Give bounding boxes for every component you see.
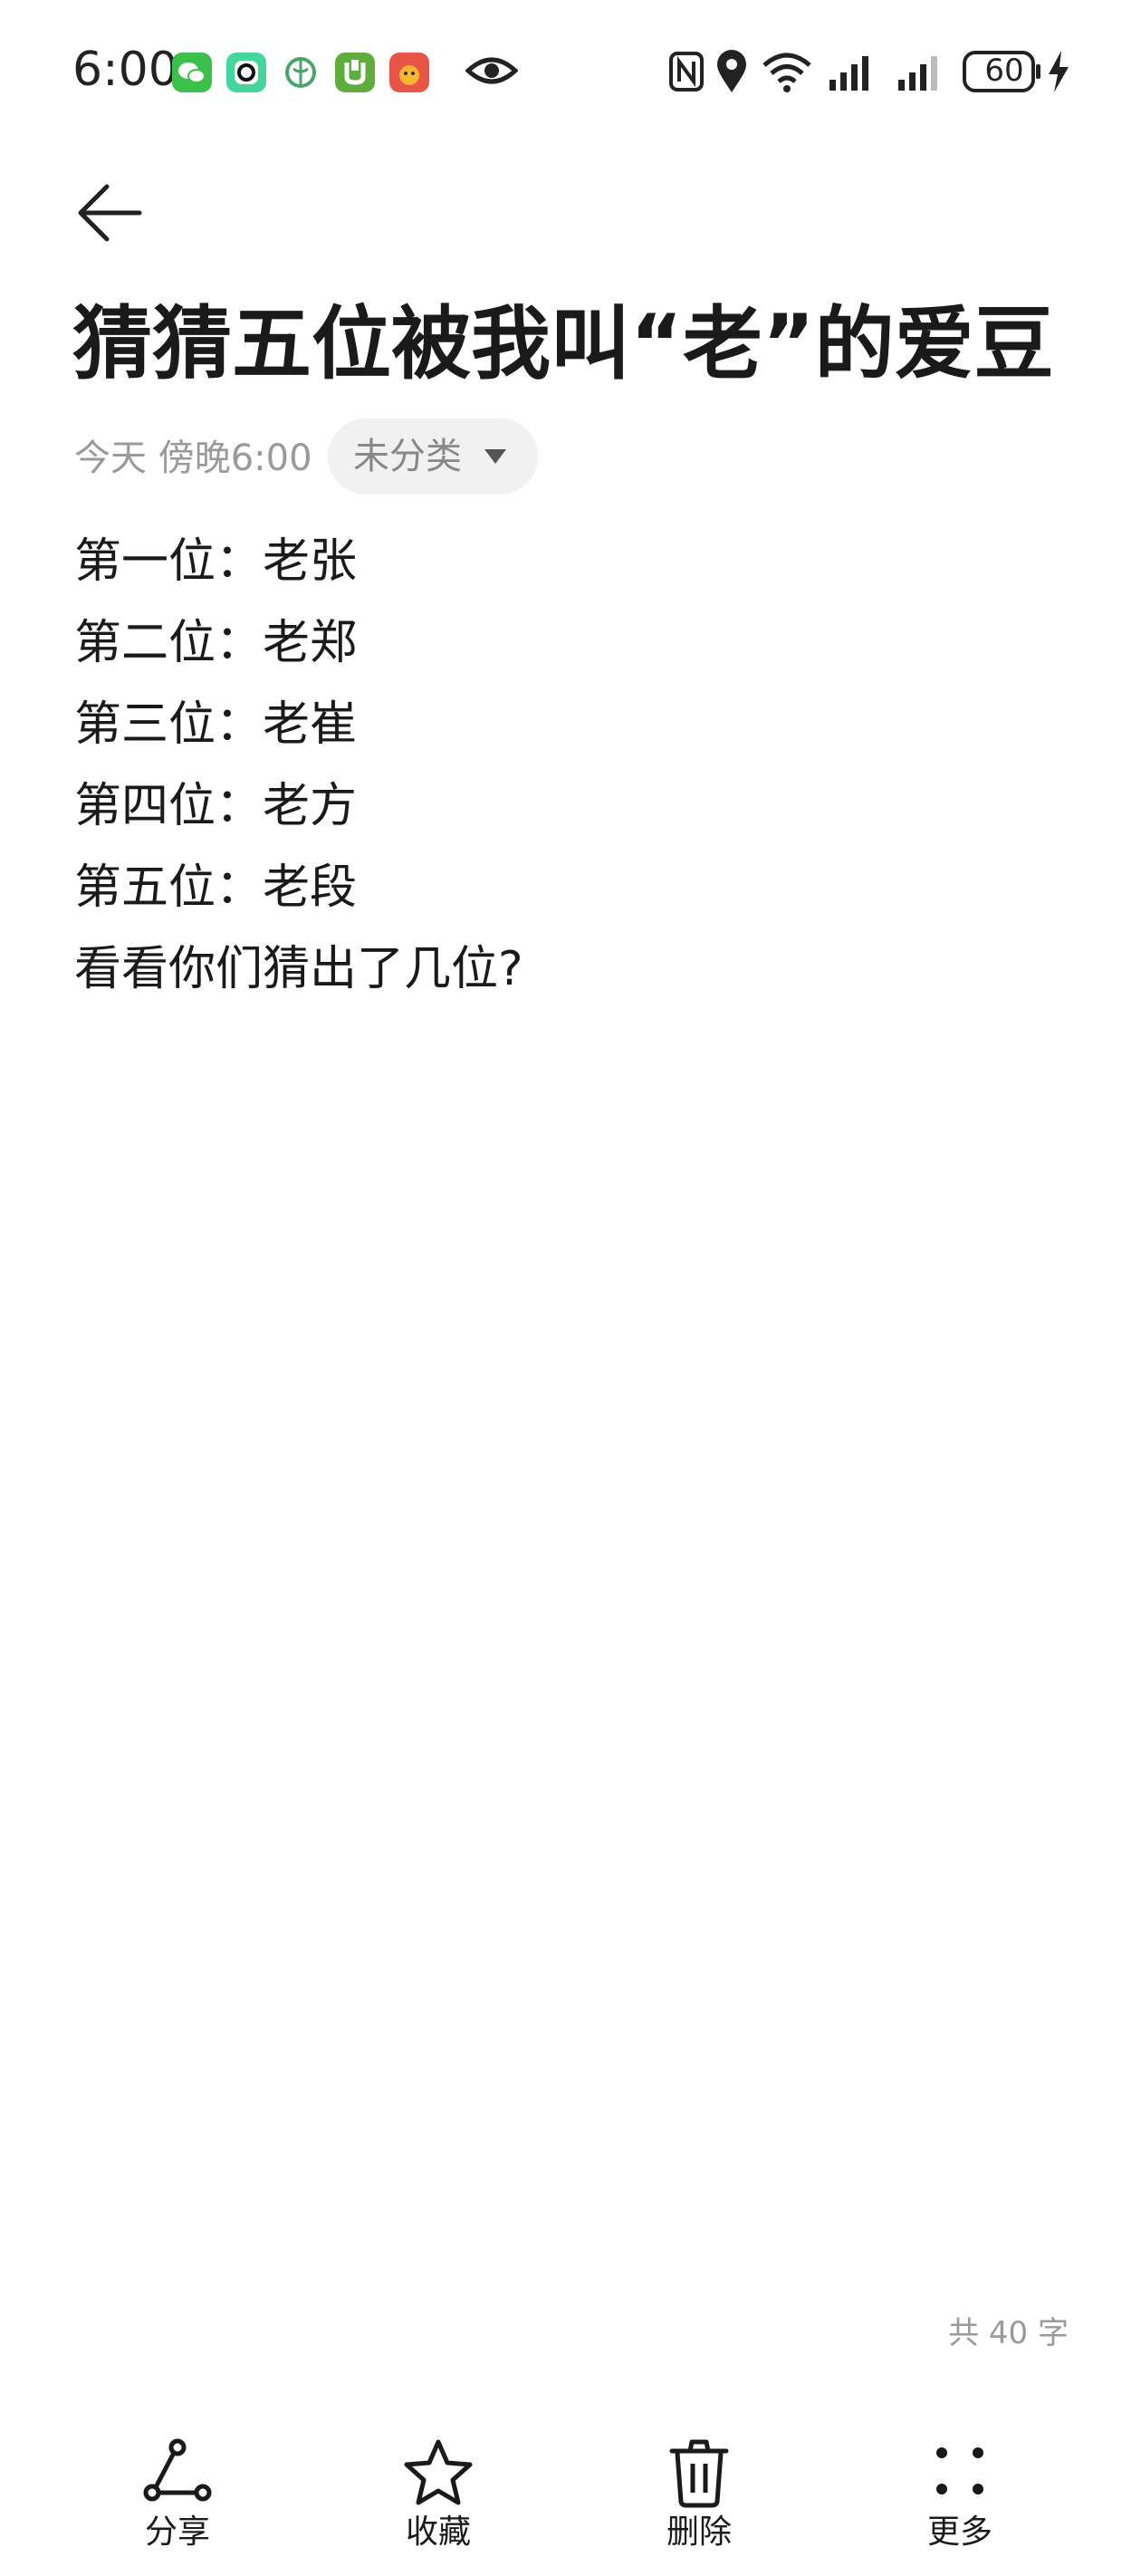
more-label: 更多: [926, 2514, 992, 2551]
note-content[interactable]: 第一位：老张 第二位：老郑 第三位：老崔 第四位：老方 第五位：老段 看看你们猜…: [74, 521, 1070, 1010]
charging-icon: [1049, 51, 1069, 92]
note-title[interactable]: 猜猜五位被我叫“老”的爱豆: [72, 290, 1087, 399]
nfc-icon: [669, 52, 704, 91]
category-label: 未分类: [353, 436, 462, 477]
word-count: 共 40 字: [948, 2315, 1069, 2351]
favorite-button[interactable]: 收藏: [348, 2409, 529, 2563]
status-bar: 6:00 60: [0, 0, 1141, 136]
signal-icon-2: [898, 56, 937, 91]
back-button[interactable]: [71, 172, 152, 254]
content-line: 第四位：老方: [74, 779, 358, 833]
u-app-icon: [335, 53, 375, 92]
delete-button[interactable]: 删除: [609, 2409, 790, 2563]
content-line: 第一位：老张: [74, 534, 358, 589]
status-time: 6:00: [72, 43, 178, 97]
caret-down-icon: [484, 449, 506, 464]
delete-label: 删除: [666, 2514, 732, 2551]
eye-icon: [465, 57, 518, 84]
bottom-toolbar: 分享 收藏 删除 更多: [0, 2409, 1141, 2576]
wechat-icon: [172, 53, 212, 92]
location-icon: [717, 50, 746, 92]
back-arrow-icon: [78, 184, 142, 242]
note-date: 今天 傍晚6:00: [74, 437, 312, 479]
trash-icon: [669, 2439, 729, 2508]
content-line: 看看你们猜出了几位?: [74, 942, 523, 996]
shopping-app-icon: [389, 53, 429, 92]
signal-icon: [829, 56, 868, 91]
share-label: 分享: [144, 2514, 210, 2551]
share-icon: [143, 2438, 212, 2502]
favorite-label: 收藏: [405, 2514, 471, 2551]
camera-app-icon: [226, 53, 266, 92]
wifi-icon: [762, 53, 811, 92]
category-dropdown[interactable]: 未分类: [328, 418, 538, 495]
battery-level: 60: [984, 53, 1024, 89]
browser-app-icon: [281, 53, 321, 92]
star-icon: [404, 2439, 473, 2505]
content-line: 第二位：老郑: [74, 616, 358, 670]
more-button[interactable]: 更多: [869, 2409, 1050, 2563]
content-line: 第五位：老段: [74, 860, 358, 915]
more-dots-icon: [936, 2447, 983, 2494]
share-button[interactable]: 分享: [87, 2409, 268, 2563]
content-line: 第三位：老崔: [74, 697, 358, 752]
